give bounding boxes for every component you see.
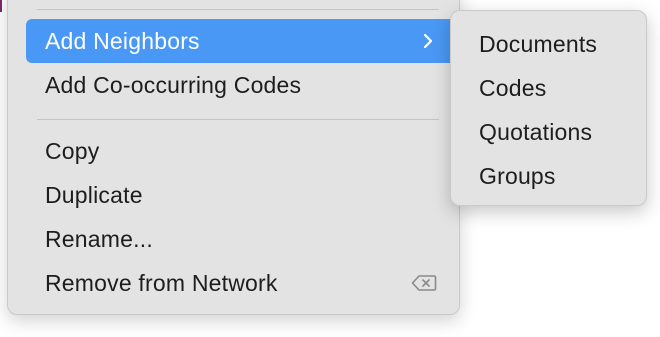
menu-item-copy[interactable]: Copy	[26, 129, 458, 173]
menu-item-label: Add Neighbors	[45, 27, 200, 54]
submenu: Documents Codes Quotations Groups	[450, 10, 647, 206]
submenu-item-codes[interactable]: Codes	[451, 66, 646, 110]
submenu-item-label: Codes	[479, 74, 547, 101]
submenu-item-quotations[interactable]: Quotations	[451, 110, 646, 154]
menu-item-add-neighbors[interactable]: Add Neighbors	[26, 19, 458, 63]
submenu-item-label: Quotations	[479, 118, 593, 145]
menu-item-remove-from-network[interactable]: Remove from Network	[26, 261, 458, 305]
menu-separator	[37, 9, 439, 10]
submenu-item-groups[interactable]: Groups	[451, 154, 646, 198]
chevron-right-icon	[423, 33, 433, 49]
menu-item-add-co-occurring-codes[interactable]: Add Co-occurring Codes	[26, 63, 458, 107]
menu-item-label: Copy	[45, 137, 100, 164]
submenu-item-documents[interactable]: Documents	[451, 22, 646, 66]
menu-separator	[37, 119, 439, 120]
submenu-item-label: Documents	[479, 30, 598, 57]
menu-item-label: Add Co-occurring Codes	[45, 71, 302, 98]
menu-item-duplicate[interactable]: Duplicate	[26, 173, 458, 217]
menu-item-label: Remove from Network	[45, 269, 278, 296]
menu-item-rename[interactable]: Rename...	[26, 217, 458, 261]
context-menu: Add Neighbors Add Co-occurring Codes Cop…	[7, 0, 460, 315]
window-edge	[0, 0, 2, 12]
delete-key-icon	[411, 275, 437, 291]
menu-item-label: Rename...	[45, 225, 153, 252]
menu-item-label: Duplicate	[45, 181, 143, 208]
submenu-item-label: Groups	[479, 162, 556, 189]
screen: Add Neighbors Add Co-occurring Codes Cop…	[0, 0, 660, 337]
